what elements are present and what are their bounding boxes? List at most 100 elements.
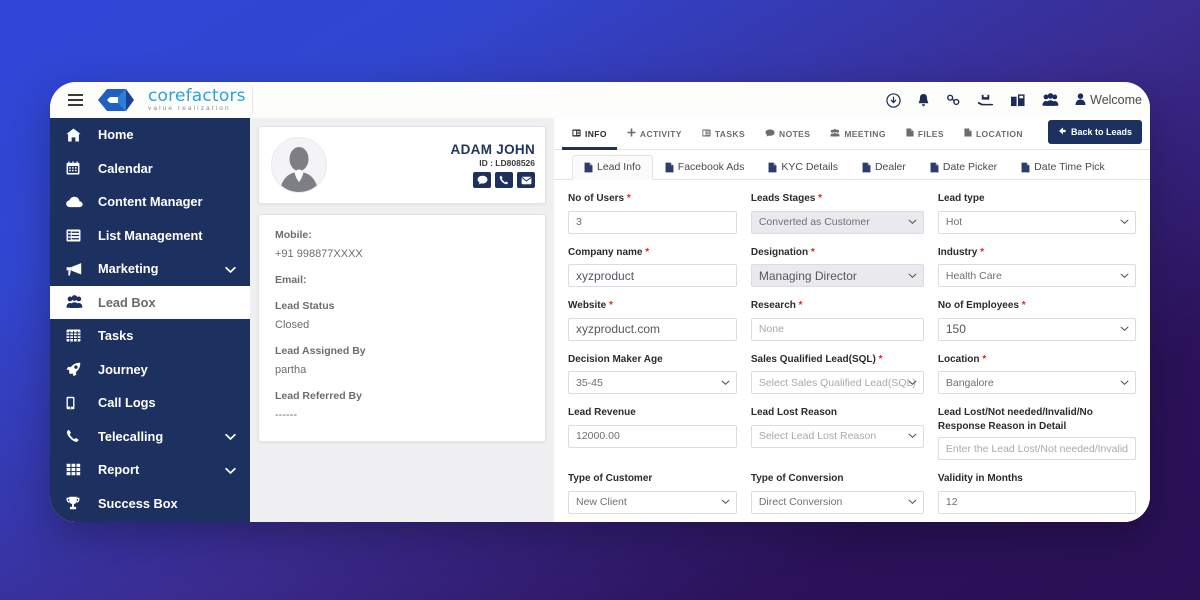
lead-name: ADAM JOHN [450,142,535,157]
chevron-down-icon[interactable] [908,380,917,386]
subtab-date-time-pick[interactable]: Date Time Pick [1009,155,1117,180]
download-circle-icon[interactable] [886,92,901,108]
chevron-down-icon[interactable] [908,433,917,439]
field-label-text: Designation [750,246,809,258]
select-no-of-employees[interactable]: 150 [937,317,1136,341]
sidebar-item-report[interactable]: Report [50,453,250,487]
sidebar-item-label: Home [98,127,134,143]
lead-detail-value: +91 998877XXXX [275,248,363,260]
chevron-down-icon[interactable] [1120,326,1129,332]
subtab-dealer[interactable]: Dealer [850,155,918,180]
chevron-down-icon[interactable] [225,261,236,276]
select-lead-lost-reason[interactable]: Select Lead Lost Reason [750,424,924,448]
brand-name: corefactors [148,85,246,106]
file-icon [930,162,939,173]
sidebar-item-telecalling[interactable]: Telecalling [50,420,250,454]
sidebar-item-list-management[interactable]: List Management [50,219,250,253]
tab-notes[interactable]: NOTES [755,118,820,149]
subtab-date-picker[interactable]: Date Picker [918,155,1009,180]
sidebar-item-label: Success Box [98,495,178,511]
bell-icon[interactable] [917,93,930,108]
envelope-icon[interactable] [517,172,535,188]
subtab-kyc-details[interactable]: KYC Details [756,155,850,180]
subtab-facebook-ads[interactable]: Facebook Ads [653,155,757,180]
input-company-name[interactable]: xyzproduct [568,264,737,287]
select-location[interactable]: Bangalore [937,371,1136,394]
chevron-down-icon[interactable] [721,499,730,505]
chevron-down-icon[interactable] [1120,273,1129,279]
field-label-text: Industry [937,246,978,258]
sidebar-item-tasks[interactable]: Tasks [50,319,250,353]
hamburger-icon[interactable] [58,94,92,106]
sidebar-item-label: Calendar [98,160,153,176]
input-lead-lost-not-needed-invalid-no-response[interactable]: Enter the Lead Lost/Not needed/Invalid [937,437,1136,460]
select-decision-maker-age[interactable]: 35-45 [568,371,737,394]
field-value: None [758,323,784,335]
select-industry[interactable]: Health Care [937,264,1136,287]
select-lead-type[interactable]: Hot [937,210,1136,234]
field-label-text: Research [750,300,796,311]
tab-meeting[interactable]: MEETING [820,118,896,149]
chevron-down-icon[interactable] [225,462,236,477]
select-type-of-conversion[interactable]: Direct Conversion [750,490,924,514]
welcome-user[interactable]: Welcome [1075,92,1142,108]
subtab-label: KYC Details [781,161,838,173]
list-icon [66,229,92,242]
tab-files[interactable]: FILES [896,118,954,149]
brand-logo[interactable]: corefactors value realization [92,87,246,113]
chevron-down-icon[interactable] [908,219,917,225]
sidebar-item-marketing[interactable]: Marketing [50,252,250,286]
input-validity-in-months[interactable]: 12 [937,490,1136,514]
field-label: Lead Revenue [568,406,737,420]
sidebar-item-calendar[interactable]: Calendar [50,152,250,186]
link-icon[interactable] [946,94,961,107]
tab-location[interactable]: LOCATION [954,118,1033,149]
sidebar-item-content-manager[interactable]: Content Manager [50,185,250,219]
field-label-text: No of Employees [937,300,1019,311]
sidebar-item-home[interactable]: Home [50,118,250,152]
back-to-leads-button[interactable]: Back to Leads [1047,120,1142,144]
tab-tasks[interactable]: TASKS [692,118,755,149]
chevron-down-icon[interactable] [1120,219,1129,225]
select-type-of-customer[interactable]: New Client [568,490,737,514]
chevron-down-icon[interactable] [225,429,236,444]
people-group-icon[interactable] [1042,93,1059,107]
required-marker: * [798,300,803,311]
input-website[interactable]: xyzproduct.com [568,317,737,341]
product-box-icon[interactable] [1010,93,1026,107]
chevron-down-icon[interactable] [1120,380,1129,386]
sidebar-item-lead-box[interactable]: Lead Box [50,285,250,319]
hand-box-icon[interactable] [977,93,994,108]
field-label-text: Lead Revenue [568,407,636,418]
input-no-of-users[interactable]: 3 [568,210,737,234]
form-field: Research * None [750,299,924,341]
field-value: 35-45 [576,376,603,389]
input-lead-revenue[interactable]: 12000.00 [568,424,737,448]
brand-wordmark: corefactors value realization [148,85,246,113]
field-label-text: Decision Maker Age [568,353,663,365]
chevron-down-icon[interactable] [908,273,917,279]
required-marker: * [818,193,823,204]
field-label-text: No of Users [568,193,625,204]
input-research[interactable]: None [750,317,924,341]
phone-icon[interactable] [495,172,513,188]
chevron-down-icon[interactable] [908,499,917,505]
cloud-icon [66,196,92,208]
sidebar-item-label: Tasks [98,328,134,344]
lead-header-card: ADAM JOHN ID : LD808526 [258,126,546,204]
sidebar-item-journey[interactable]: Journey [50,353,250,387]
chat-icon[interactable] [473,172,491,188]
rocket-icon [66,362,92,377]
tab-activity[interactable]: ACTIVITY [617,118,692,149]
select-sales-qualified-lead-sql[interactable]: Select Sales Qualified Lead(SQL) [750,371,924,394]
divider [251,86,253,114]
chevron-down-icon[interactable] [721,380,730,386]
sidebar-item-call-logs[interactable]: Call Logs [50,386,250,420]
tab-info[interactable]: INFO [562,118,617,150]
field-value: 12 [945,496,958,508]
sidebar-item-label: Marketing [98,261,159,277]
sidebar-item-success-box[interactable]: Success Box [50,487,250,521]
select-designation[interactable]: Managing Director [750,264,924,287]
subtab-lead-info[interactable]: Lead Info [572,155,653,180]
select-leads-stages[interactable]: Converted as Customer [750,210,924,234]
